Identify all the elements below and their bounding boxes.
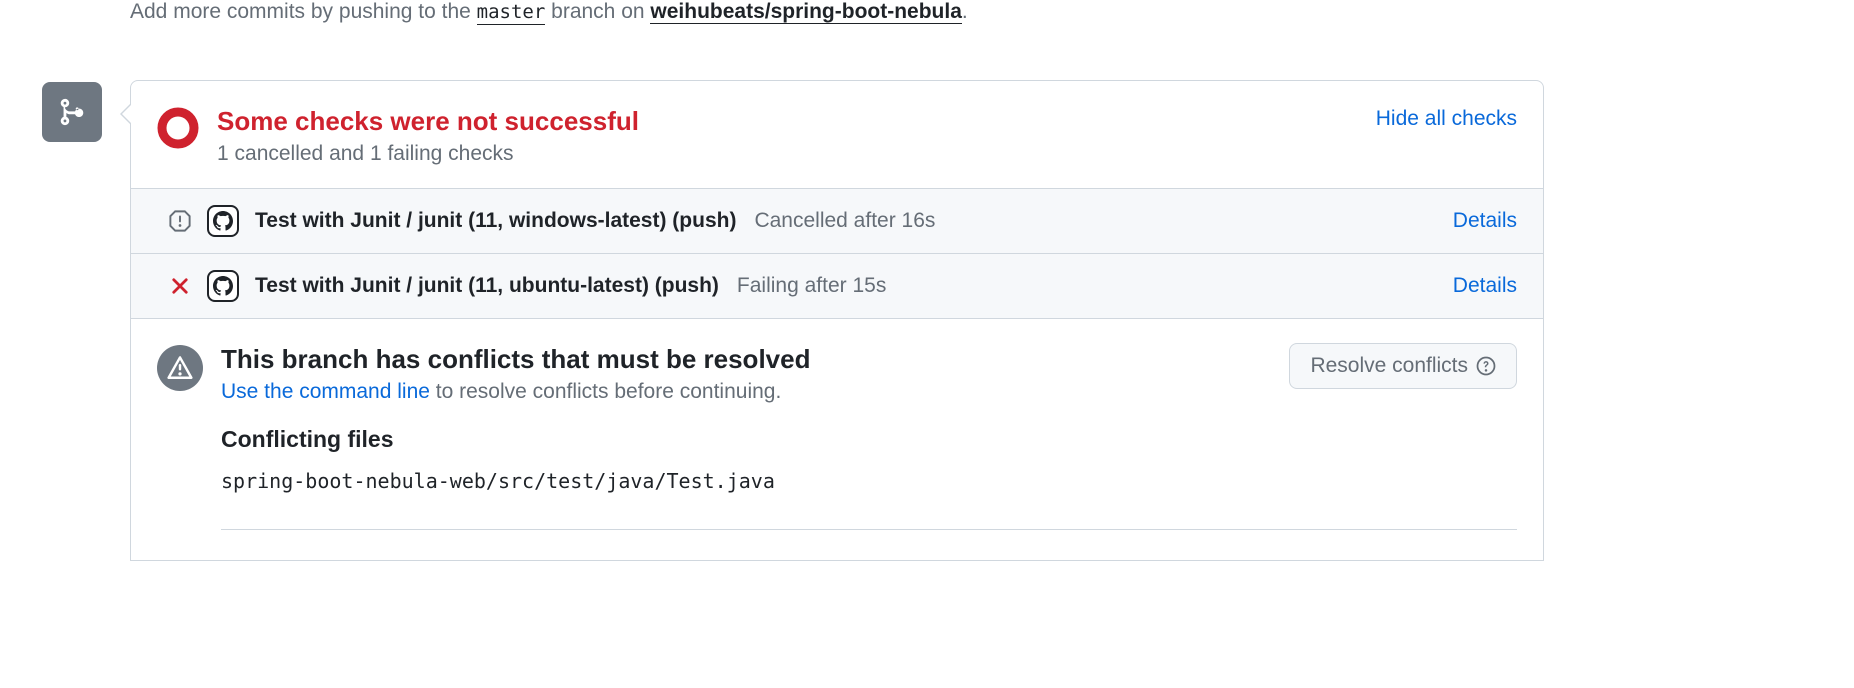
check-row: Test with Junit / junit (11, ubuntu-late… — [131, 253, 1543, 318]
checks-title-block: Some checks were not successful 1 cancel… — [217, 105, 1376, 166]
command-line-link[interactable]: Use the command line — [221, 380, 430, 403]
help-icon — [1476, 356, 1496, 376]
hint-prefix: Add more commits by pushing to the — [130, 0, 477, 23]
resolve-conflicts-button[interactable]: Resolve conflicts — [1289, 343, 1517, 389]
github-actions-icon — [207, 270, 239, 302]
hint-suffix: . — [962, 0, 968, 23]
resolve-conflicts-label: Resolve conflicts — [1310, 354, 1468, 378]
push-hint-text: Add more commits by pushing to the maste… — [130, 0, 968, 24]
checks-title: Some checks were not successful — [217, 105, 1376, 138]
repo-link[interactable]: weihubeats/spring-boot-nebula — [650, 0, 962, 24]
check-meta: Failing after 15s — [737, 274, 886, 298]
cancelled-icon — [169, 210, 191, 232]
conflict-title: This branch has conflicts that must be r… — [221, 343, 1289, 377]
hint-middle: branch on — [545, 0, 650, 23]
check-details-link[interactable]: Details — [1453, 274, 1517, 298]
conflict-subtitle: Use the command line to resolve conflict… — [221, 380, 1289, 404]
conflicting-file: spring-boot-nebula-web/src/test/java/Tes… — [221, 469, 1289, 493]
git-merge-icon — [57, 97, 87, 127]
branch-name[interactable]: master — [477, 1, 546, 25]
timeline-merge-badge — [42, 82, 102, 142]
checks-subtitle: 1 cancelled and 1 failing checks — [217, 142, 1376, 166]
divider — [221, 529, 1517, 530]
check-row: Test with Junit / junit (11, windows-lat… — [131, 188, 1543, 253]
checks-panel: Some checks were not successful 1 cancel… — [130, 80, 1544, 561]
status-circle-icon — [157, 107, 199, 152]
checks-header: Some checks were not successful 1 cancel… — [131, 81, 1543, 188]
conflict-sub-rest: to resolve conflicts before continuing. — [430, 380, 781, 403]
hide-all-checks-link[interactable]: Hide all checks — [1376, 107, 1517, 131]
conflict-body: This branch has conflicts that must be r… — [221, 343, 1289, 494]
check-details-link[interactable]: Details — [1453, 209, 1517, 233]
alert-icon — [157, 345, 203, 391]
failed-icon — [169, 276, 191, 296]
conflict-section: This branch has conflicts that must be r… — [131, 318, 1543, 561]
conflicting-files-label: Conflicting files — [221, 426, 1289, 453]
github-actions-icon — [207, 205, 239, 237]
check-name: Test with Junit / junit (11, windows-lat… — [255, 209, 736, 233]
check-meta: Cancelled after 16s — [754, 209, 935, 233]
check-name: Test with Junit / junit (11, ubuntu-late… — [255, 274, 719, 298]
